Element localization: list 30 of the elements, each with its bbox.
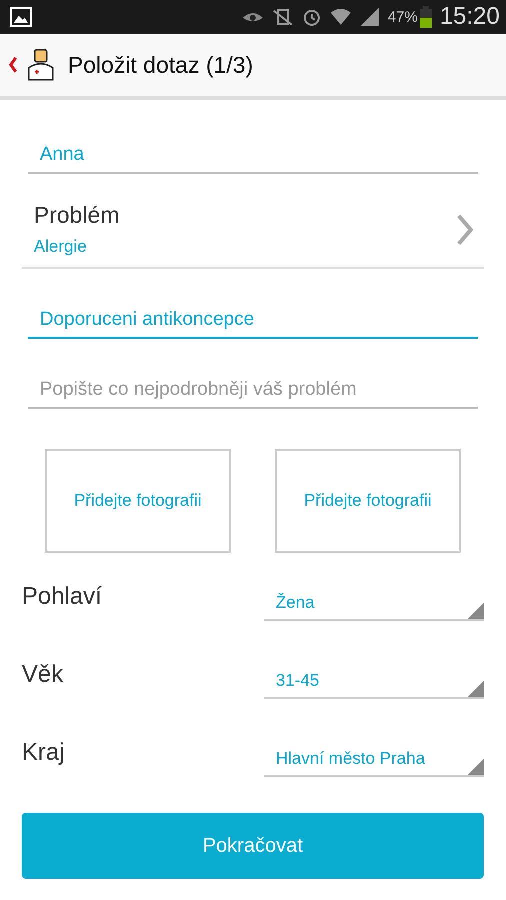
alarm-icon [302,7,322,27]
field-label: Věk [22,661,64,690]
dropdown-arrow-icon [468,759,484,775]
doctor-icon [26,48,56,82]
problem-selector[interactable]: Problém Alergie [22,190,484,269]
field-label: Kraj [22,739,65,768]
gallery-icon [10,7,32,27]
picker-value: Alergie [34,237,88,257]
picker-label: Problém [34,202,120,229]
battery-icon [420,6,432,28]
chevron-right-icon [456,212,474,246]
dropdown[interactable]: 31-45 [264,671,484,699]
dropdown[interactable]: Hlavní město Praha [264,749,484,777]
dropdown[interactable]: Žena [264,593,484,621]
battery-percent: 47% [388,8,418,26]
text-field[interactable]: Anna [28,132,478,174]
dropdown-arrow-icon [468,681,484,697]
wifi-icon [330,7,352,27]
screen-title: Položit dotaz (1/3) [68,52,254,78]
add-photo-button[interactable]: Přidejte fotografii [275,449,461,553]
back-icon[interactable] [8,56,18,74]
text-field[interactable]: Popište co nejpodrobněji váš problém [28,367,478,409]
continue-button[interactable]: Pokračovat [22,813,484,879]
text-field[interactable]: Doporuceni antikoncepce [28,297,478,339]
dropdown-arrow-icon [468,603,484,619]
field-label: Pohlaví [22,583,102,612]
add-photo-button[interactable]: Přidejte fotografii [45,449,231,553]
clock-time: 15:20 [440,3,500,31]
signal-icon [360,7,380,27]
vibrate-off-icon [272,7,294,27]
